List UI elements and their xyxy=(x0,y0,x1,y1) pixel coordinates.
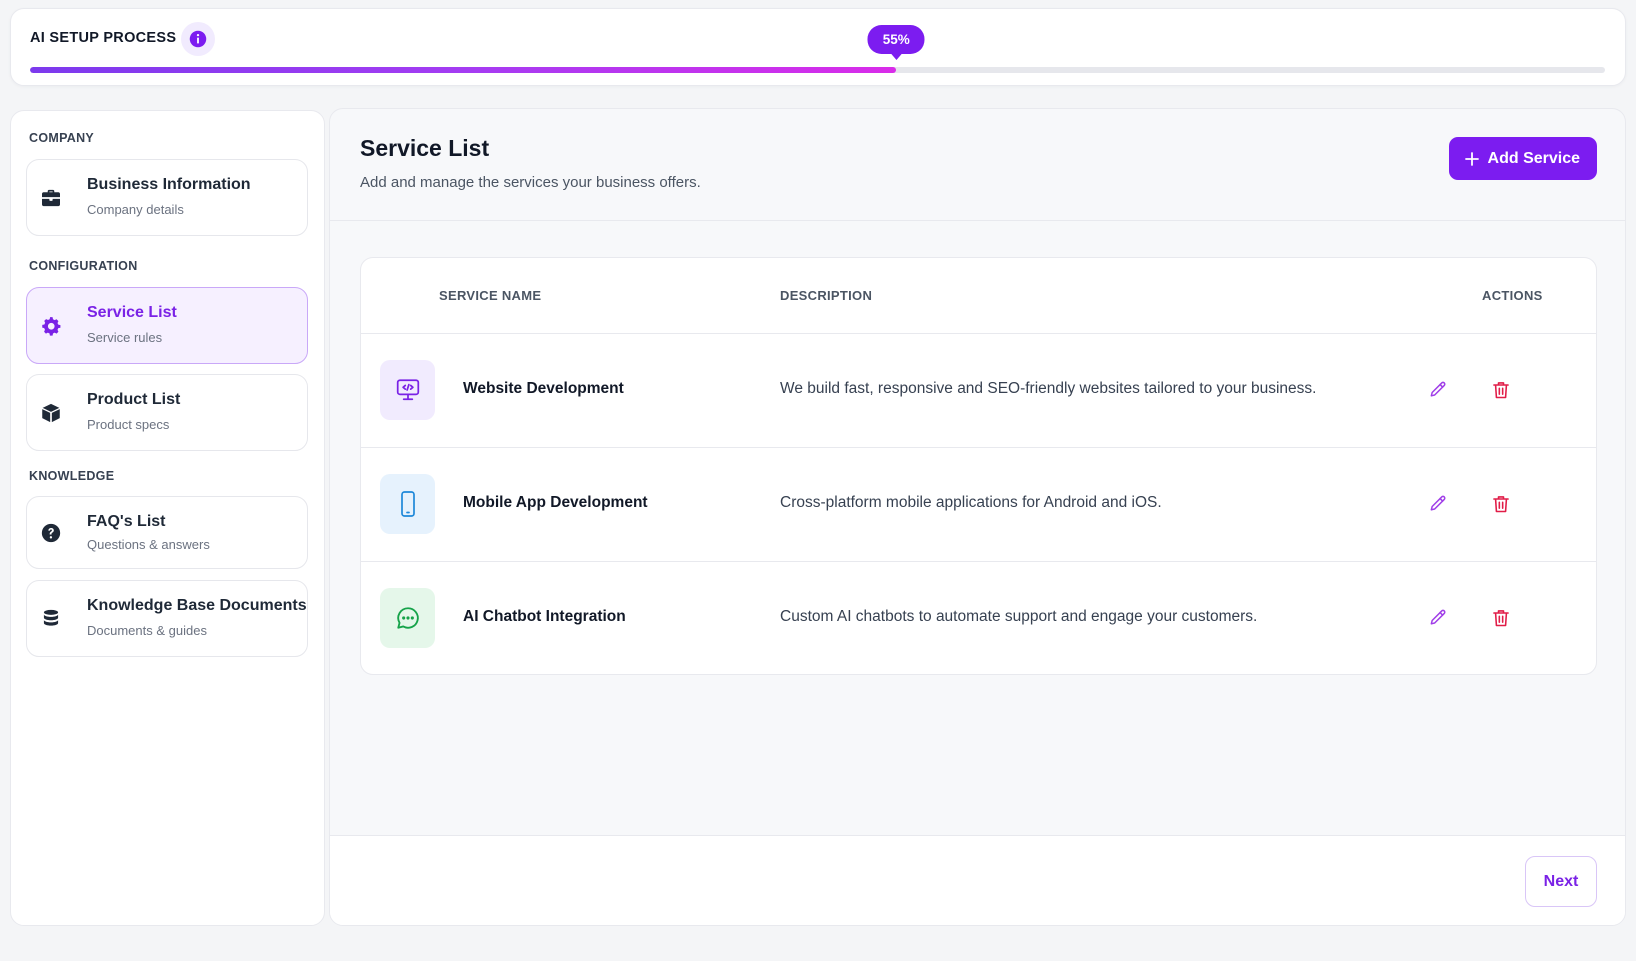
sidebar-item-service-list[interactable]: Service List Service rules xyxy=(26,287,308,364)
sidebar-item-title: Product List xyxy=(87,391,181,408)
section-label-knowledge: KNOWLEDGE xyxy=(29,469,115,483)
trash-icon xyxy=(1493,496,1509,513)
sidebar-item-faqs-list[interactable]: FAQ's List Questions & answers xyxy=(26,496,308,569)
main-panel: Service List Add and manage the services… xyxy=(329,108,1626,926)
delete-button[interactable] xyxy=(1487,376,1515,404)
progress-track xyxy=(30,67,1605,73)
info-button[interactable] xyxy=(181,22,215,56)
progress-title: AI SETUP PROCESS xyxy=(30,30,177,46)
main-header: Service List Add and manage the services… xyxy=(330,109,1625,221)
sidebar-item-subtitle: Product specs xyxy=(87,417,170,432)
sidebar-item-knowledge-base-documents[interactable]: Knowledge Base Documents Documents & gui… xyxy=(26,580,308,657)
delete-button[interactable] xyxy=(1487,490,1515,518)
sidebar-item-title: Knowledge Base Documents xyxy=(87,597,307,614)
service-table: SERVICE NAME DESCRIPTION ACTIONS Website… xyxy=(360,257,1597,675)
pencil-icon xyxy=(1430,381,1446,397)
section-label-company: COMPANY xyxy=(29,131,95,145)
service-name: Mobile App Development xyxy=(463,494,648,511)
edit-button[interactable] xyxy=(1424,376,1452,404)
column-header-actions: ACTIONS xyxy=(1482,288,1543,303)
pencil-icon xyxy=(1430,609,1446,625)
service-description: Custom AI chatbots to automate support a… xyxy=(780,608,1258,625)
sidebar-item-business-information[interactable]: Business Information Company details xyxy=(26,159,308,236)
column-header-description: DESCRIPTION xyxy=(780,288,873,303)
trash-icon xyxy=(1493,610,1509,627)
sidebar: COMPANY Business Information Company det… xyxy=(10,110,325,926)
service-name: Website Development xyxy=(463,380,624,397)
sidebar-item-subtitle: Service rules xyxy=(87,330,163,345)
section-label-configuration: CONFIGURATION xyxy=(29,259,138,273)
sidebar-item-product-list[interactable]: Product List Product specs xyxy=(26,374,308,451)
question-circle-icon xyxy=(41,523,61,543)
setup-progress-card: AI SETUP PROCESS 55% xyxy=(10,8,1626,86)
page-title: Service List xyxy=(360,135,490,161)
sidebar-item-subtitle: Documents & guides xyxy=(87,623,207,638)
sidebar-item-title: Service List xyxy=(87,304,177,321)
table-row: AI Chatbot Integration Custom AI chatbot… xyxy=(361,562,1596,674)
page-subtitle: Add and manage the services your busines… xyxy=(360,174,701,191)
smartphone-icon xyxy=(380,474,435,534)
monitor-code-icon xyxy=(380,360,435,420)
sidebar-item-title: FAQ's List xyxy=(87,513,166,530)
main-footer: Next xyxy=(330,835,1625,925)
service-description: Cross-platform mobile applications for A… xyxy=(780,494,1162,511)
progress-percent-badge: 55% xyxy=(867,25,925,54)
edit-button[interactable] xyxy=(1424,604,1452,632)
table-row: Website Development We build fast, respo… xyxy=(361,334,1596,448)
progress-fill xyxy=(30,67,897,73)
trash-icon xyxy=(1493,382,1509,399)
service-name: AI Chatbot Integration xyxy=(463,608,626,625)
sidebar-item-subtitle: Company details xyxy=(87,202,184,217)
add-service-label: Add Service xyxy=(1487,149,1580,167)
sidebar-item-subtitle: Questions & answers xyxy=(87,537,210,552)
add-service-button[interactable]: Add Service xyxy=(1448,137,1597,180)
briefcase-icon xyxy=(41,188,61,208)
delete-button[interactable] xyxy=(1487,604,1515,632)
plus-icon xyxy=(1464,151,1479,166)
table-row: Mobile App Development Cross-platform mo… xyxy=(361,448,1596,562)
service-description: We build fast, responsive and SEO-friend… xyxy=(780,380,1317,397)
chat-bubble-icon xyxy=(380,588,435,648)
pencil-icon xyxy=(1430,495,1446,511)
column-header-service-name: SERVICE NAME xyxy=(439,288,542,303)
info-icon xyxy=(189,30,207,48)
edit-button[interactable] xyxy=(1424,490,1452,518)
database-icon xyxy=(41,609,61,629)
gear-icon xyxy=(41,316,61,336)
sidebar-item-title: Business Information xyxy=(87,176,251,193)
box-icon xyxy=(41,403,61,423)
next-button[interactable]: Next xyxy=(1525,856,1597,907)
